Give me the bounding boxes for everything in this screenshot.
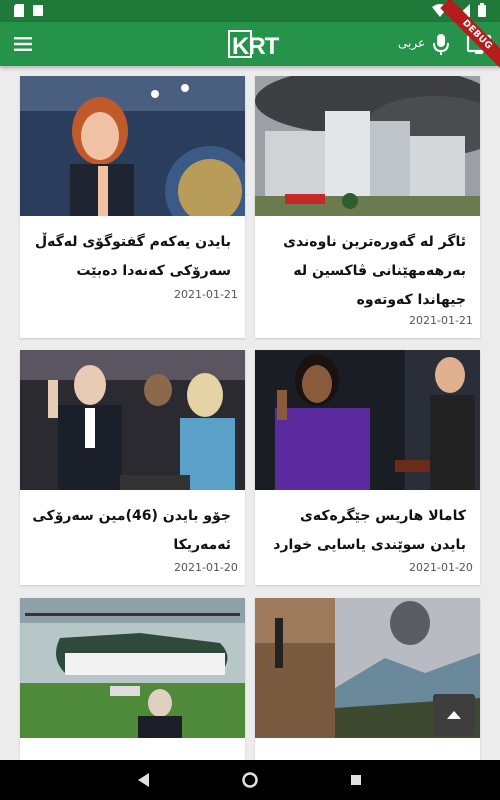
news-title: کامالا هاریس جێگرەکەی بایدن سوێندی یاسای… xyxy=(273,508,466,553)
news-title: ئاگر لە گەورەترین ناوەندی بەرهەمهێنانی ڤ… xyxy=(283,234,466,308)
recents-button[interactable] xyxy=(344,768,368,792)
krt-logo: KRT xyxy=(228,29,284,60)
voice-search-button[interactable] xyxy=(430,32,452,56)
news-thumbnail-factory-fire xyxy=(255,76,480,216)
news-thumbnail-harris-oath xyxy=(255,350,480,490)
news-thumbnail-biden-oath xyxy=(20,350,245,490)
arabic-language-button[interactable]: عربی xyxy=(398,36,425,50)
scroll-to-top-button[interactable] xyxy=(433,694,475,736)
home-circle-icon xyxy=(242,772,258,788)
news-title: بایدن یەکەم گفتوگۆی لەگەڵ سەرۆکی کەنەدا … xyxy=(34,234,231,279)
news-thumbnail-press-secretary xyxy=(20,76,245,216)
hamburger-icon xyxy=(14,37,32,51)
back-button[interactable] xyxy=(132,768,156,792)
status-bar xyxy=(0,0,500,22)
news-card[interactable]: کامالا هاریس جێگرەکەی بایدن سوێندی یاسای… xyxy=(255,350,480,585)
news-date: 2021-01-20 xyxy=(409,561,473,574)
news-card[interactable] xyxy=(255,598,480,778)
home-button[interactable] xyxy=(238,768,262,792)
recents-square-icon xyxy=(351,775,361,785)
system-navigation-bar xyxy=(0,760,500,800)
microphone-icon xyxy=(433,34,449,55)
notification-icon xyxy=(33,5,43,16)
news-date: 2021-01-21 xyxy=(409,314,473,327)
news-card[interactable] xyxy=(20,598,245,778)
app-bar: KRT عربی DEBUG xyxy=(0,0,500,72)
back-triangle-icon xyxy=(138,773,149,787)
news-title: جۆو بایدن (46)مین سەرۆکی ئەمەریکا xyxy=(32,508,231,553)
arrow-up-icon xyxy=(447,711,461,719)
news-card[interactable]: ئاگر لە گەورەترین ناوەندی بەرهەمهێنانی ڤ… xyxy=(255,76,480,338)
news-date: 2021-01-20 xyxy=(174,561,238,574)
news-date: 2021-01-21 xyxy=(174,288,238,301)
sd-card-icon xyxy=(14,4,24,17)
news-thumbnail-marine-one xyxy=(20,598,245,738)
news-card[interactable]: بایدن یەکەم گفتوگۆی لەگەڵ سەرۆکی کەنەدا … xyxy=(20,76,245,338)
news-card[interactable]: جۆو بایدن (46)مین سەرۆکی ئەمەریکا 2021-0… xyxy=(20,350,245,585)
logo-text: KRT xyxy=(232,33,280,59)
menu-button[interactable] xyxy=(12,32,36,56)
battery-icon xyxy=(478,3,486,17)
